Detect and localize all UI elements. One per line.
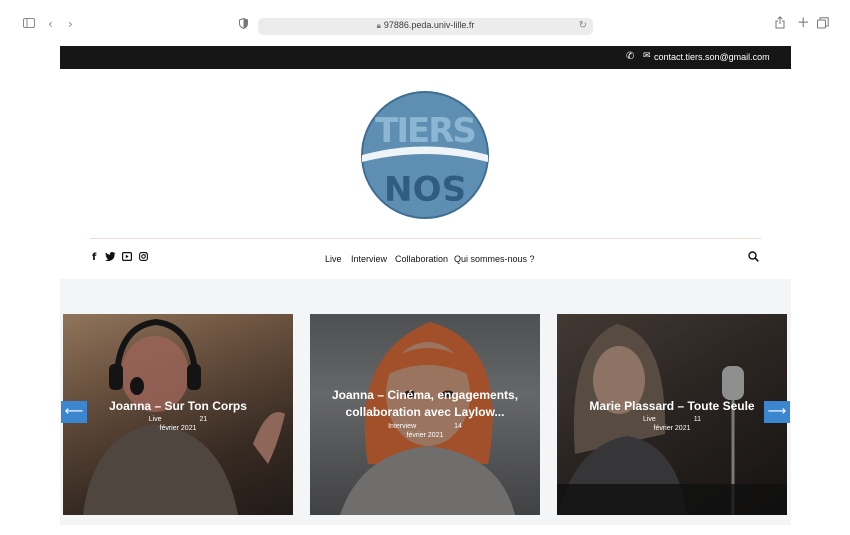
header-divider [90, 238, 761, 239]
post-category[interactable]: Live [149, 416, 162, 423]
site-header: TIERS SON f Live Interview Collaboration… [60, 69, 791, 279]
contact-bar: ✆ ✉ contact.tiers.son@gmail.com [60, 46, 791, 69]
phone-icon[interactable]: ✆ [626, 51, 634, 62]
post-category[interactable]: Live [643, 416, 656, 423]
nav-item-interview[interactable]: Interview [351, 254, 387, 264]
contact-email[interactable]: contact.tiers.son@gmail.com [654, 52, 770, 62]
website: ✆ ✉ contact.tiers.son@gmail.com TIERS SO… [60, 46, 791, 525]
nav-item-collaboration[interactable]: Collaboration [395, 254, 448, 264]
address-bar[interactable]: 🔒︎ 97886.peda.univ-lille.fr ↻ [258, 18, 593, 35]
nav-item-about[interactable]: Qui sommes-nous ? [454, 254, 535, 264]
url-text: 97886.peda.univ-lille.fr [383, 20, 475, 30]
post-card[interactable]: Marie Plassard – Toute Seule Live 11 fév… [557, 314, 787, 515]
youtube-icon[interactable] [122, 252, 133, 264]
facebook-icon[interactable]: f [92, 252, 96, 263]
arrow-left-icon[interactable]: ⟵ [61, 401, 87, 423]
chevron-left-icon[interactable]: ‹ [48, 17, 53, 31]
instagram-icon[interactable] [139, 252, 148, 264]
post-date: février 2021 [406, 432, 444, 439]
twitter-icon[interactable] [105, 252, 116, 264]
chevron-right-icon[interactable]: › [68, 17, 73, 31]
shield-icon[interactable] [239, 17, 248, 32]
post-day: 21 [199, 416, 208, 423]
post-category[interactable]: Interview [388, 423, 416, 430]
search-icon[interactable] [748, 251, 759, 265]
nav-item-live[interactable]: Live [325, 254, 342, 264]
reload-icon[interactable]: ↻ [579, 20, 587, 31]
envelope-icon[interactable]: ✉ [643, 51, 651, 61]
lock-icon: 🔒︎ [376, 21, 381, 30]
post-title[interactable]: Marie Plassard – Toute Seule [557, 398, 787, 415]
arrow-right-icon[interactable]: ⟶ [764, 401, 790, 423]
post-meta: Live 11 février 2021 [557, 415, 787, 433]
post-title[interactable]: Joanna – Sur Ton Corps [63, 398, 293, 415]
browser-toolbar: ‹ › 🔒︎ 97886.peda.univ-lille.fr ↻ + [0, 0, 850, 46]
plus-icon[interactable]: + [797, 15, 810, 30]
post-day: 11 [693, 416, 702, 423]
post-title[interactable]: Joanna – Cinéma, engagements, collaborat… [310, 387, 540, 421]
sidebar-icon[interactable] [23, 17, 35, 31]
logo-bottom-word: SON [384, 167, 466, 207]
tiers-son-logo[interactable]: TIERS SON [360, 90, 490, 220]
post-card[interactable]: Joanna – Cinéma, engagements, collaborat… [310, 314, 540, 515]
logo-top-word: TIERS [375, 111, 475, 151]
post-date: février 2021 [653, 425, 691, 432]
post-meta: Interview 14 février 2021 [310, 422, 540, 440]
post-date: février 2021 [159, 425, 197, 432]
share-icon[interactable] [775, 16, 785, 32]
post-card[interactable]: Joanna – Sur Ton Corps Live 21 février 2… [63, 314, 293, 515]
post-day: 14 [454, 423, 462, 430]
tabs-icon[interactable] [817, 17, 829, 32]
post-meta: Live 21 février 2021 [63, 415, 293, 433]
